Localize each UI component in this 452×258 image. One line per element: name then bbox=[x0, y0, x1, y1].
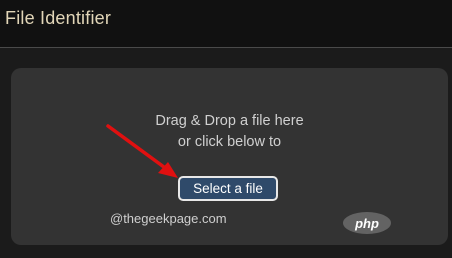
watermark-text: @thegeekpage.com bbox=[110, 211, 227, 226]
svg-text:php: php bbox=[354, 216, 379, 231]
php-logo-icon: php bbox=[343, 212, 391, 234]
app-title: File Identifier bbox=[5, 8, 112, 28]
app-header: File Identifier bbox=[0, 0, 452, 48]
drop-instruction-line-1: Drag & Drop a file here bbox=[155, 113, 304, 129]
drop-instruction-line-2: or click below to bbox=[177, 134, 282, 150]
red-arrow-annotation-icon bbox=[106, 124, 178, 178]
select-file-button[interactable]: Select a file bbox=[178, 176, 278, 201]
